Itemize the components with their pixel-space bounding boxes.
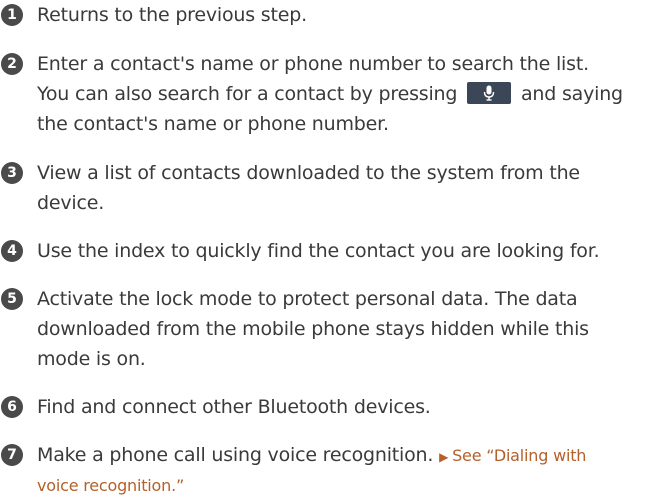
item-text: Enter a contact's name or phone number t… xyxy=(37,53,589,75)
microphone-icon xyxy=(483,85,495,101)
item-text: You can also search for a contact by pre… xyxy=(37,83,458,105)
item-text: mode is on. xyxy=(37,348,146,370)
item-text: voice recognition.” xyxy=(37,470,184,500)
cross-reference-link[interactable]: See “Dialing with xyxy=(452,446,586,465)
step-number-badge: 1 xyxy=(1,4,23,26)
step-number-badge: 4 xyxy=(1,240,23,262)
step-number-badge: 2 xyxy=(1,53,23,75)
voice-search-button xyxy=(467,81,512,104)
step-number-badge: 7 xyxy=(1,444,23,466)
item-text: Make a phone call using voice recognitio… xyxy=(37,444,434,466)
item-text: Find and connect other Bluetooth devices… xyxy=(37,396,431,418)
item-text-with-reference: Make a phone call using voice recognitio… xyxy=(37,440,586,470)
item-text: device. xyxy=(37,192,105,214)
item-text: the contact's name or phone number. xyxy=(37,113,389,135)
step-number-badge: 3 xyxy=(1,162,23,184)
item-text: Use the index to quickly find the contac… xyxy=(37,240,600,262)
step-number-badge: 5 xyxy=(1,288,23,310)
item-text-inline: You can also search for a contact by pre… xyxy=(37,79,623,109)
item-text: Activate the lock mode to protect person… xyxy=(37,288,578,310)
item-text: downloaded from the mobile phone stays h… xyxy=(37,318,589,340)
cross-reference-link[interactable]: voice recognition.” xyxy=(37,476,184,495)
step-number-badge: 6 xyxy=(1,396,23,418)
item-text: View a list of contacts downloaded to th… xyxy=(37,162,580,184)
reference-arrow-icon: ▶ xyxy=(439,450,449,464)
item-text: Returns to the previous step. xyxy=(37,4,307,26)
item-text: and saying xyxy=(520,83,623,105)
